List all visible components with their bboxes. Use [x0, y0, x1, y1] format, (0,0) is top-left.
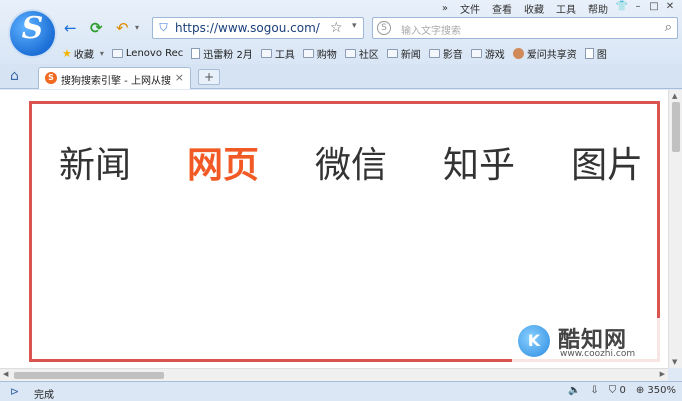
bookmark-tools[interactable]: 工具 — [260, 46, 295, 61]
vertical-scrollbar[interactable]: ▲ ▼ — [668, 90, 682, 368]
sogou-browser-logo[interactable]: S — [10, 11, 55, 56]
bookmark-label: 社区 — [358, 49, 379, 61]
bookmark-label: 购物 — [316, 49, 337, 61]
scroll-right-icon[interactable]: ▶ — [660, 370, 665, 378]
scroll-down-icon[interactable]: ▼ — [672, 358, 677, 366]
maximize-icon[interactable]: □ — [646, 1, 662, 15]
bookmarks-bar: ★ 收藏 ▾ Lenovo Rec 迅雷粉 2月 工具 购物 社区 新闻 影音 游戏… — [62, 45, 615, 61]
shield-count-value: 0 — [619, 385, 626, 396]
bookmark-news[interactable]: 新闻 — [386, 46, 421, 61]
tab-bar: ⌂ S 搜狗搜索引擎 - 上网从搜 × + — [0, 64, 682, 89]
status-bar: ⊳ 完成 🔈 ⇩ ⛉ 0 ⊕ 350% — [0, 381, 682, 401]
nav-images[interactable]: 图片 — [571, 136, 643, 188]
back-button[interactable]: ← — [64, 19, 77, 37]
bookmark-lenovo[interactable]: Lenovo Rec — [111, 47, 184, 59]
tab-close-icon[interactable]: × — [175, 71, 184, 84]
bookmark-label: 爱问共享资 — [526, 49, 577, 61]
horizontal-scrollbar[interactable]: ◀ ▶ — [0, 368, 668, 381]
bookmark-shopping[interactable]: 购物 — [302, 46, 337, 61]
star-icon: ★ — [62, 46, 72, 60]
sidebar-toggle-icon[interactable]: ⊳ — [10, 385, 19, 398]
refresh-button[interactable]: ⟳ — [90, 19, 103, 37]
coozhi-watermark: K 酷知网 www.coozhi.com — [512, 318, 666, 364]
sogou-favicon-icon: S — [45, 72, 57, 84]
bookmark-label: 图 — [596, 49, 607, 61]
bookmark-label: Lenovo Rec — [125, 47, 184, 59]
search-icon[interactable]: ⌕ — [665, 20, 672, 35]
folder-icon — [302, 48, 314, 58]
page-icon — [191, 47, 201, 59]
folder-icon — [428, 48, 440, 58]
search-box[interactable]: S 输入文字搜索 ⌕ — [372, 17, 678, 39]
search-category-nav: 新闻 网页 微信 知乎 图片 — [59, 136, 668, 188]
bookmark-star-icon[interactable]: ☆ — [330, 20, 343, 36]
shield-count[interactable]: ⛉ 0 — [609, 385, 626, 396]
horizontal-scroll-thumb[interactable] — [14, 372, 164, 379]
bookmark-label: 游戏 — [484, 49, 505, 61]
folder-icon — [260, 48, 272, 58]
bookmark-favorites[interactable]: ★ 收藏 ▾ — [62, 46, 104, 61]
status-text: 完成 — [34, 390, 54, 401]
url-text[interactable]: https://www.sogou.com/ — [175, 21, 320, 35]
page-icon — [584, 47, 594, 59]
watermark-url: www.coozhi.com — [560, 349, 636, 359]
address-bar[interactable]: ⛉ https://www.sogou.com/ ☆ ▾ — [152, 17, 364, 39]
menu-help[interactable]: 帮助 — [582, 1, 614, 16]
menu-view[interactable]: 查看 — [486, 1, 518, 16]
search-input[interactable]: 输入文字搜索 — [401, 22, 461, 37]
nav-news[interactable]: 新闻 — [59, 136, 131, 188]
vertical-scroll-thumb[interactable] — [672, 102, 680, 152]
search-engine-icon[interactable]: S — [377, 21, 391, 35]
security-shield-icon: ⛉ — [159, 21, 168, 34]
new-tab-button[interactable]: + — [198, 69, 220, 85]
menu-chevron[interactable]: » — [436, 3, 454, 14]
status-right: 🔈 ⇩ ⛉ 0 ⊕ 350% — [568, 385, 676, 396]
bookmark-label: 工具 — [274, 49, 295, 61]
zoom-value: 350% — [647, 385, 676, 396]
bookmark-label: 收藏 — [73, 49, 94, 61]
menu-bar: » 文件 查看 收藏 工具 帮助 👕 – □ ✕ — [436, 1, 678, 16]
undo-button[interactable]: ↶ — [116, 19, 129, 37]
folder-icon — [111, 48, 123, 58]
avatar-icon — [512, 47, 524, 59]
scroll-left-icon[interactable]: ◀ — [3, 370, 8, 378]
nav-web[interactable]: 网页 — [187, 136, 259, 188]
volume-icon[interactable]: 🔈 — [568, 385, 580, 396]
bookmark-label: 影音 — [442, 49, 463, 61]
bookmark-xunlei[interactable]: 迅雷粉 2月 — [191, 46, 253, 61]
menu-file[interactable]: 文件 — [454, 1, 486, 16]
close-icon[interactable]: ✕ — [662, 1, 678, 15]
browser-toolbar: S » 文件 查看 收藏 工具 帮助 👕 – □ ✕ ← ⟳ ↶ ▾ ⛉ htt… — [0, 0, 682, 64]
nav-weixin[interactable]: 微信 — [315, 136, 387, 188]
undo-dropdown-icon[interactable]: ▾ — [135, 19, 139, 37]
menu-favorites[interactable]: 收藏 — [518, 1, 550, 16]
address-dropdown-icon[interactable]: ▾ — [352, 21, 357, 31]
coozhi-logo-icon: K — [518, 325, 550, 357]
folder-icon — [470, 48, 482, 58]
scroll-up-icon[interactable]: ▲ — [672, 92, 677, 100]
logo-letter: S — [21, 11, 44, 46]
zoom-level[interactable]: ⊕ 350% — [636, 385, 676, 396]
folder-icon — [386, 48, 398, 58]
download-icon[interactable]: ⇩ — [590, 385, 598, 396]
menu-tools[interactable]: 工具 — [550, 1, 582, 16]
bookmark-iask[interactable]: 爱问共享资 — [512, 46, 577, 61]
skin-icon[interactable]: 👕 — [614, 1, 630, 15]
bookmark-label: 新闻 — [400, 49, 421, 61]
home-icon[interactable]: ⌂ — [10, 68, 19, 84]
bookmark-media[interactable]: 影音 — [428, 46, 463, 61]
nav-zhihu[interactable]: 知乎 — [443, 136, 515, 188]
chevron-down-icon: ▾ — [99, 48, 104, 58]
bookmark-label: 迅雷粉 2月 — [203, 49, 253, 61]
bookmark-image[interactable]: 图 — [584, 46, 607, 61]
folder-icon — [344, 48, 356, 58]
tab-title: 搜狗搜索引擎 - 上网从搜 — [61, 76, 171, 87]
tab-sogou[interactable]: S 搜狗搜索引擎 - 上网从搜 × — [38, 67, 191, 89]
bookmark-community[interactable]: 社区 — [344, 46, 379, 61]
minimize-icon[interactable]: – — [630, 1, 646, 15]
bookmark-games[interactable]: 游戏 — [470, 46, 505, 61]
